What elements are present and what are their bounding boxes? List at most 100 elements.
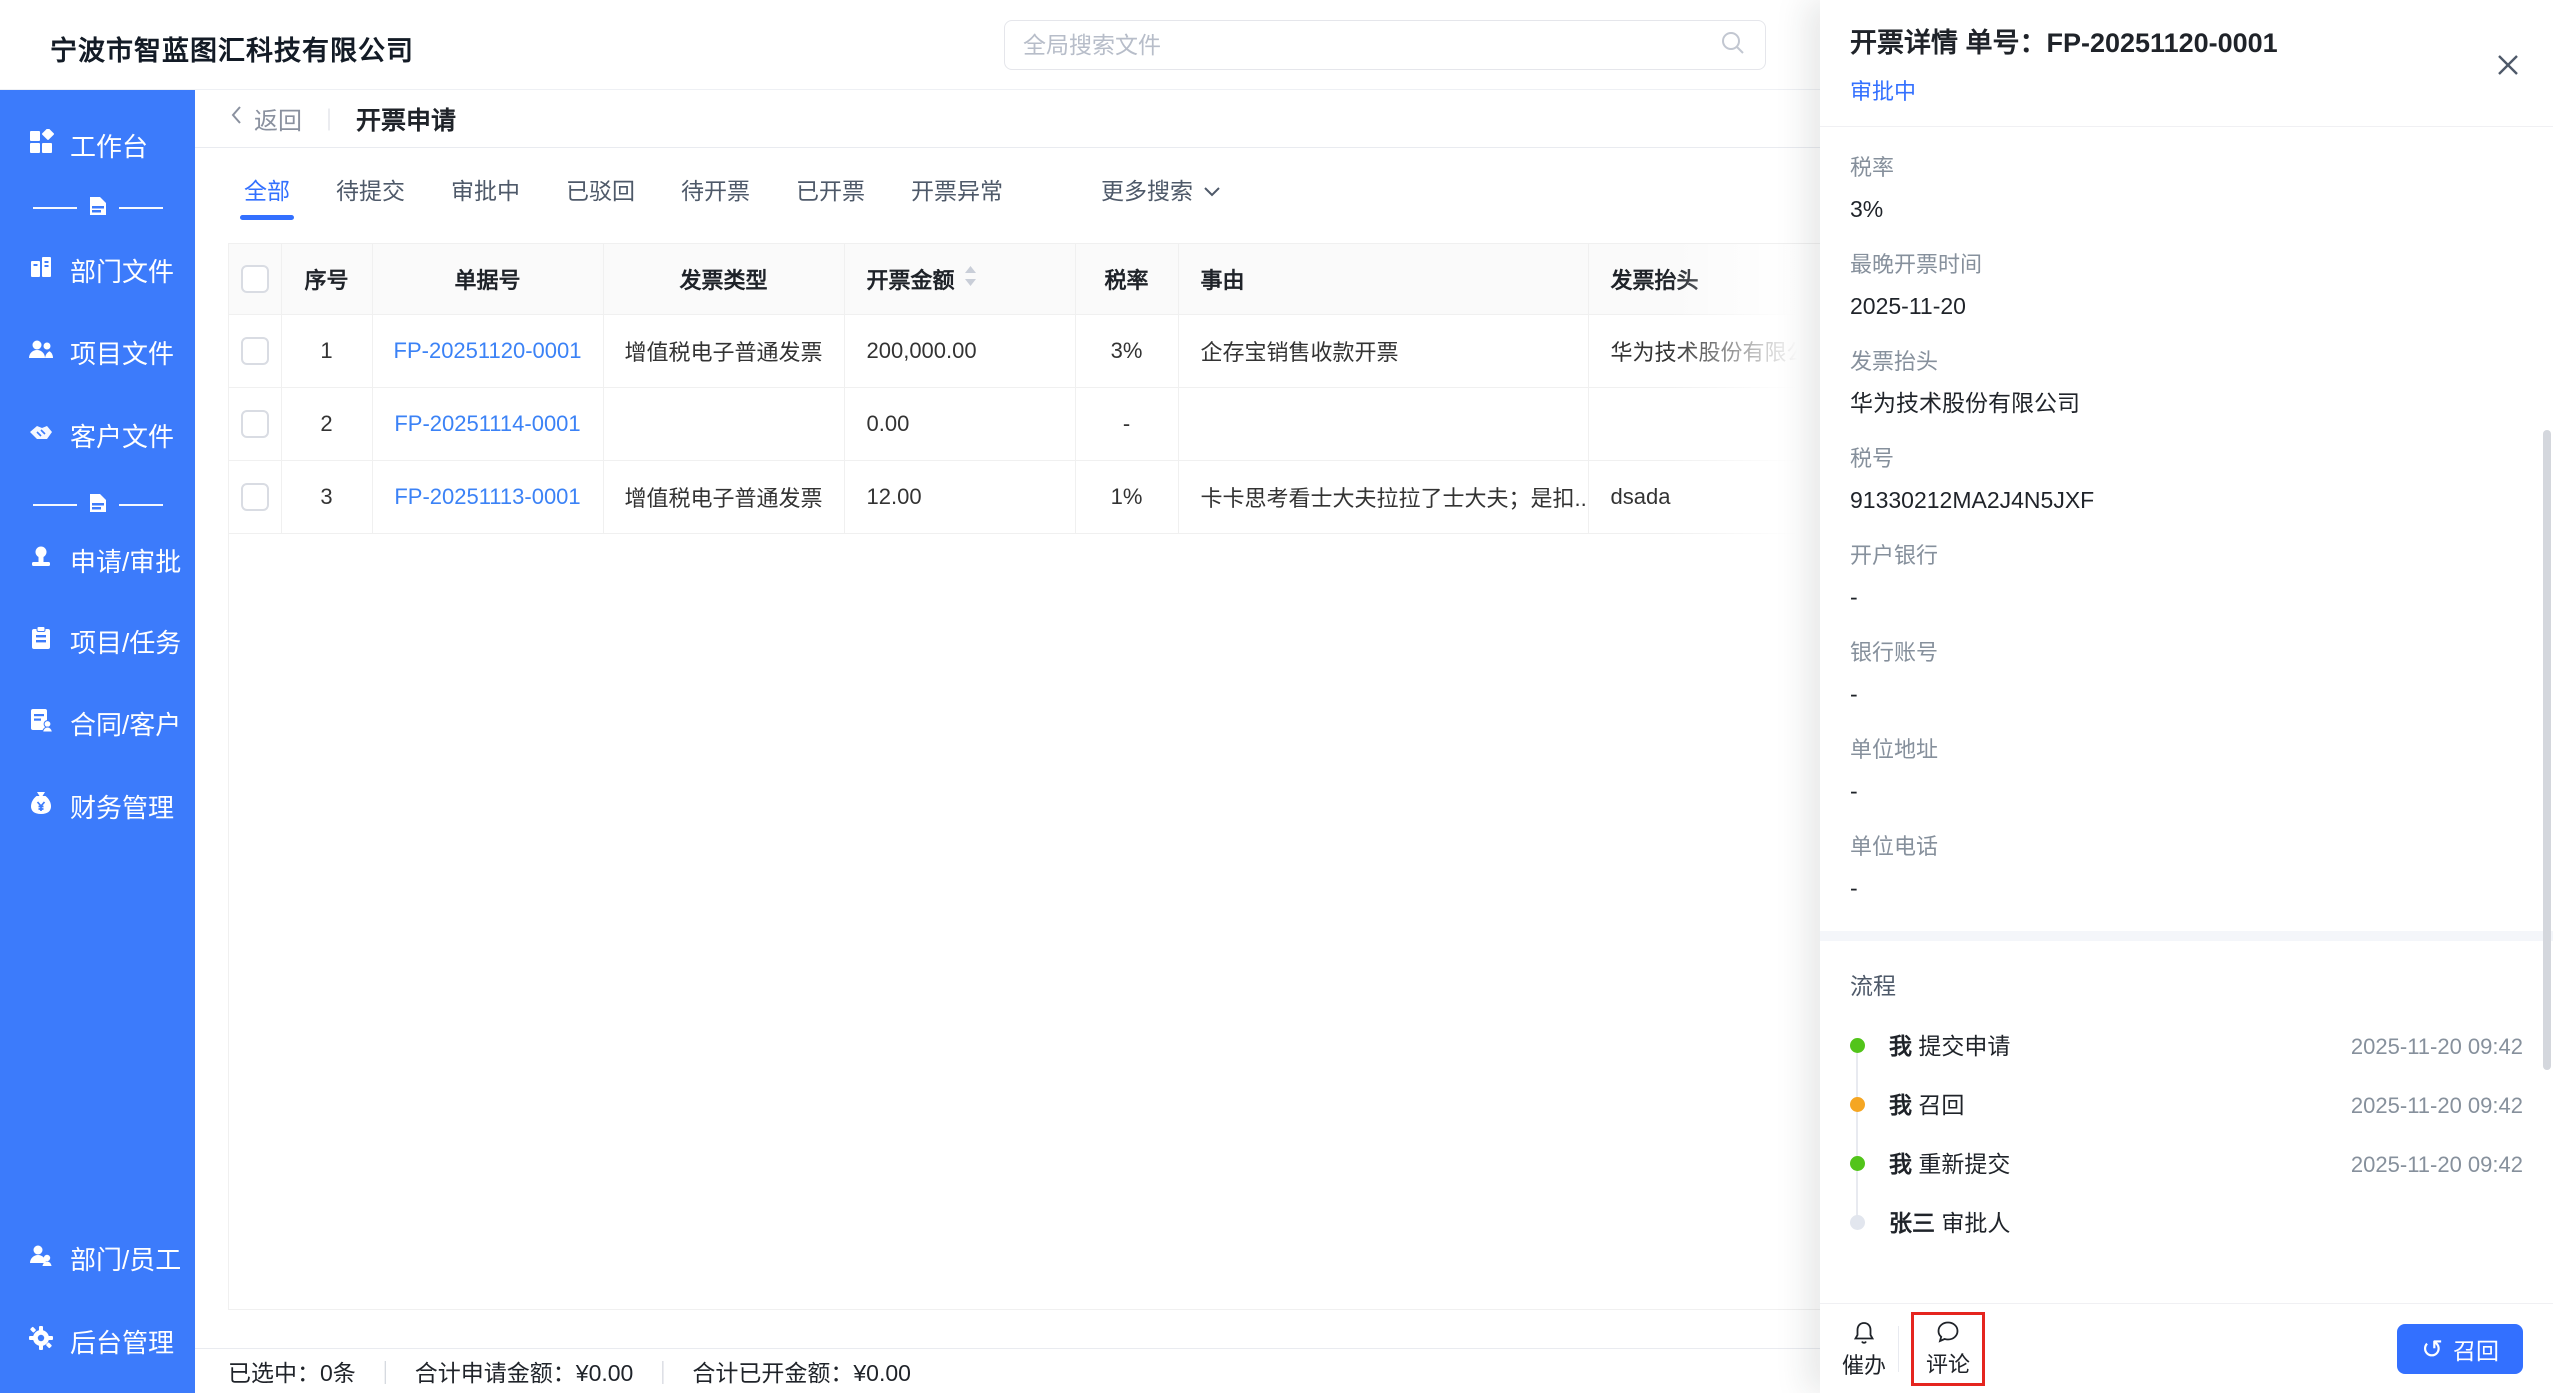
cell-reason: 企存宝销售收款开票 — [1178, 314, 1589, 388]
sidebar-item-label: 客户文件 — [70, 421, 175, 452]
tab-under-review[interactable]: 审批中 — [451, 172, 520, 220]
col-header-no[interactable]: 序号 — [281, 244, 373, 315]
workflow-section: 流程 我 提交申请 2025-11-20 09:42 我 召回 2025-11-… — [1820, 941, 2553, 1271]
tab-to-invoice[interactable]: 待开票 — [681, 172, 750, 220]
field-bank-name: 开户银行 - — [1850, 543, 1939, 610]
tab-invoice-error[interactable]: 开票异常 — [911, 172, 1003, 220]
col-header-invoice-title[interactable]: 发票抬头 — [1588, 244, 1820, 315]
panel-scrollbar[interactable] — [2543, 430, 2551, 1070]
sidebar-item-label: 财务管理 — [70, 792, 175, 823]
doc-no-link[interactable]: FP-20251114-0001 — [394, 411, 580, 436]
col-header-reason[interactable]: 事由 — [1178, 244, 1589, 315]
recall-button[interactable]: ↺ 召回 — [2397, 1323, 2523, 1374]
company-name: 宁波市智蓝图汇科技有限公司 — [50, 36, 414, 66]
sidebar-item-project-files[interactable]: 项目文件 — [0, 323, 195, 381]
sort-carets-icon[interactable] — [963, 264, 978, 294]
action-divider — [1898, 1325, 1900, 1372]
cell-reason — [1178, 387, 1589, 461]
cell-amount: 200,000.00 — [844, 314, 1076, 388]
sidebar-item-customer-files[interactable]: 客户文件 — [0, 406, 195, 464]
bell-icon — [1851, 1320, 1877, 1351]
col-header-doc-no[interactable]: 单据号 — [372, 244, 604, 315]
file-doc-icon — [87, 492, 109, 519]
field-invoice-title: 发票抬头 华为技术股份有限公司 — [1850, 349, 2080, 416]
sidebar-nav: 工作台 部门文件 项目文件 客户文件 申请/审批 项目/任务 合同/客户 财务管… — [0, 90, 195, 1393]
breadcrumb: 返回 ｜ 开票申请 — [195, 90, 1820, 148]
field-latest-invoice-date: 最晚开票时间 2025-11-20 — [1850, 252, 1983, 319]
row-checkbox[interactable] — [240, 409, 269, 438]
admin-gear-icon — [28, 1325, 54, 1358]
timeline-step: 我 重新提交 2025-11-20 09:42 — [1850, 1153, 2523, 1212]
status-badge: 审批中 — [1850, 79, 1917, 104]
tab-rejected[interactable]: 已驳回 — [566, 172, 635, 220]
sidebar-item-label: 工作台 — [70, 131, 149, 162]
sidebar-item-project-task[interactable]: 项目/任务 — [0, 612, 195, 670]
field-tax-number: 税号 91330212MA2J4N5JXF — [1850, 446, 2095, 513]
sidebar-item-label: 部门文件 — [70, 256, 175, 287]
row-checkbox[interactable] — [240, 482, 269, 511]
urge-button[interactable]: 催办 — [1842, 1320, 1886, 1378]
urge-label: 催办 — [1842, 1352, 1887, 1378]
col-header-amount[interactable]: 开票金额 — [844, 244, 1076, 315]
timeline-step: 我 提交申请 2025-11-20 09:42 — [1850, 1035, 2523, 1094]
customer-files-icon — [28, 419, 54, 452]
file-doc-icon — [87, 195, 109, 222]
back-link[interactable]: 返回 — [228, 101, 302, 136]
row-checkbox[interactable] — [240, 336, 269, 365]
invoice-table: 序号 单据号 发票类型 开票金额 税率 事由 发票抬头 1 FP-2025112… — [229, 244, 1820, 534]
sidebar-item-label: 部门/员工 — [70, 1244, 182, 1275]
sidebar-item-contract-customer[interactable]: 合同/客户 — [0, 694, 195, 752]
chevron-down-icon — [1203, 176, 1221, 203]
sidebar-item-apply-approve[interactable]: 申请/审批 — [0, 531, 195, 589]
invoice-table-card: 序号 单据号 发票类型 开票金额 税率 事由 发票抬头 1 FP-2025112… — [228, 243, 1820, 1310]
sidebar-section-divider — [0, 490, 195, 520]
sidebar-section-divider — [0, 193, 195, 223]
sidebar-item-dept-staff[interactable]: 部门/员工 — [0, 1229, 195, 1287]
summary-status-bar: 已选中：0条 ｜ 合计申请金额：¥0.00 ｜ 合计已开金额：¥0.00 — [195, 1348, 1820, 1393]
tab-all[interactable]: 全部 — [240, 172, 294, 220]
select-all-checkbox[interactable] — [240, 264, 269, 293]
close-icon[interactable] — [2493, 50, 2523, 80]
search-input[interactable] — [1023, 31, 1719, 59]
cell-type: 增值税电子普通发票 — [603, 314, 845, 388]
undo-icon: ↺ — [2421, 1333, 2443, 1364]
step-status-dot — [1850, 1038, 1865, 1053]
sidebar-item-finance[interactable]: 财务管理 — [0, 777, 195, 835]
cell-reason: 卡卡思考看士大夫拉拉了士大夫；是扣... — [1178, 460, 1589, 534]
table-row: 3 FP-20251113-0001 增值税电子普通发票 12.00 1% 卡卡… — [229, 460, 1820, 534]
panel-title: 开票详情 单号：FP-20251120-0001 — [1850, 28, 2278, 58]
sidebar-item-label: 申请/审批 — [70, 546, 182, 577]
col-header-tax[interactable]: 税率 — [1075, 244, 1179, 315]
total-applied-amount: 合计申请金额：¥0.00 — [414, 1360, 634, 1386]
contract-icon — [28, 707, 54, 740]
comment-button-highlighted[interactable]: 评论 — [1911, 1311, 1986, 1386]
workflow-title: 流程 — [1850, 973, 1896, 999]
sidebar-item-label: 后台管理 — [70, 1327, 175, 1358]
sidebar-item-admin[interactable]: 后台管理 — [0, 1312, 195, 1370]
cell-invoice-title — [1588, 387, 1820, 461]
workflow-timeline: 我 提交申请 2025-11-20 09:42 我 召回 2025-11-20 … — [1850, 1035, 2523, 1271]
workbench-grid-icon — [28, 127, 54, 162]
sidebar-item-label: 项目文件 — [70, 338, 175, 369]
sidebar-item-workbench[interactable]: 工作台 — [0, 116, 195, 174]
filter-tabs: 全部 待提交 审批中 已驳回 待开票 已开票 开票异常 更多搜索 — [195, 148, 1820, 243]
global-search[interactable] — [1004, 20, 1766, 70]
col-header-type[interactable]: 发票类型 — [603, 244, 845, 315]
more-search-toggle[interactable]: 更多搜索 — [1101, 172, 1221, 206]
page-title: 开票申请 — [356, 106, 457, 135]
cell-tax: - — [1075, 387, 1179, 461]
project-files-icon — [28, 336, 54, 369]
invoice-detail-panel: 开票详情 单号：FP-20251120-0001 审批中 税率 3% 最晚开票时… — [1820, 0, 2553, 1393]
tab-invoiced[interactable]: 已开票 — [796, 172, 865, 220]
doc-no-link[interactable]: FP-20251113-0001 — [394, 484, 580, 509]
sidebar-item-department-files[interactable]: 部门文件 — [0, 241, 195, 299]
app-window: 宁波市智蓝图汇科技有限公司 工作台 部门文件 项目文件 客户文件 — [0, 0, 2553, 1393]
cell-amount: 0.00 — [844, 387, 1076, 461]
cell-no: 1 — [281, 314, 373, 388]
field-bank-account: 银行账号 - — [1850, 640, 1939, 707]
tab-pending-submit[interactable]: 待提交 — [336, 172, 405, 220]
doc-no-link[interactable]: FP-20251120-0001 — [394, 338, 582, 363]
total-issued-amount: 合计已开金额：¥0.00 — [692, 1360, 911, 1386]
cell-no: 2 — [281, 387, 373, 461]
section-divider — [1820, 931, 2553, 941]
